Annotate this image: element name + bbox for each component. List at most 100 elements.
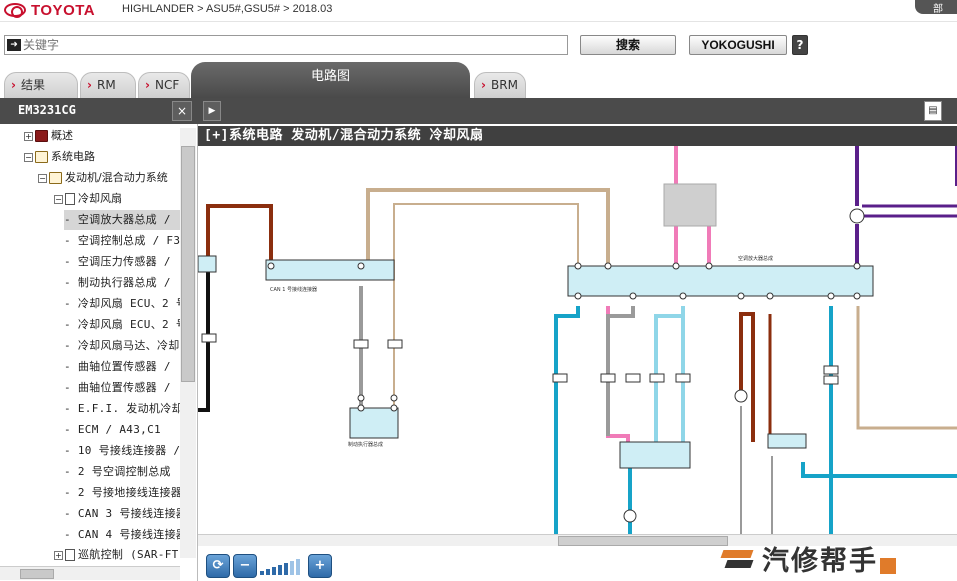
- connector-pins: [267, 208, 865, 523]
- connector-block[interactable]: [619, 441, 691, 469]
- refresh-icon[interactable]: ⟳: [206, 554, 230, 578]
- wire-tan: [393, 203, 579, 406]
- wire-cyan: [554, 306, 580, 534]
- tree-leaf[interactable]: - 冷却风扇马达、冷却: [64, 336, 180, 356]
- tree-leaf[interactable]: - 曲轴位置传感器 /: [64, 357, 171, 377]
- tab-label: NCF: [155, 78, 180, 92]
- tree-leaf[interactable]: - ECM / A43,C1: [64, 420, 161, 440]
- watermark-square-icon: [880, 557, 896, 574]
- tab-wiring-diagram[interactable]: 电路图: [191, 62, 470, 98]
- tree-leaf[interactable]: - E.F.I. 发动机冷却: [64, 399, 183, 419]
- printer-icon: ▤: [928, 105, 938, 116]
- top-header: TOYOTA HIGHLANDER > ASU5#,GSU5# > 2018.0…: [0, 0, 957, 22]
- zoom-level-bar[interactable]: [296, 559, 300, 575]
- wire-tan: [856, 306, 957, 430]
- tree-leaf[interactable]: - 空调放大器总成 /: [64, 210, 180, 230]
- relay-block[interactable]: [663, 183, 717, 227]
- wiring-diagram-panel[interactable]: [+]系统电路 发动机/混合动力系统 冷却风扇 CAN 1 号接线连接器 空调放…: [198, 124, 957, 534]
- breadcrumb: HIGHLANDER > ASU5#,GSU5# > 2018.03: [122, 3, 333, 15]
- arrow-right-icon: ➜: [7, 39, 21, 51]
- can-connector-label: CAN 1 号接线连接器: [270, 286, 317, 293]
- tab-rm[interactable]: › RM: [80, 72, 136, 98]
- tree-leaf[interactable]: - 空调压力传感器 /: [64, 252, 171, 272]
- tab-results[interactable]: › 结果: [4, 72, 78, 98]
- help-button[interactable]: ?: [792, 35, 808, 55]
- tree-vertical-scrollbar[interactable]: [180, 128, 196, 558]
- zoom-level-bar[interactable]: [284, 563, 288, 575]
- connector-block[interactable]: [349, 407, 399, 439]
- print-button[interactable]: ▤: [924, 101, 942, 121]
- connector-block[interactable]: [265, 259, 395, 281]
- search-input[interactable]: [23, 37, 563, 53]
- tree-node-label: 系统电路: [51, 150, 95, 163]
- watermark-logo-icon: [722, 546, 756, 572]
- tab-label: 结果: [21, 78, 46, 92]
- app-root: TOYOTA HIGHLANDER > ASU5#,GSU5# > 2018.0…: [0, 0, 957, 581]
- tree-leaf[interactable]: - 曲轴位置传感器 /: [64, 378, 171, 398]
- search-button[interactable]: 搜索: [580, 35, 676, 55]
- tree-node-engine-hybrid[interactable]: − 发动机/混合动力系统: [38, 168, 168, 188]
- connector-block[interactable]: [567, 265, 874, 297]
- collapse-icon[interactable]: −: [54, 194, 63, 204]
- scrollbar-thumb[interactable]: [181, 146, 195, 382]
- tab-label: BRM: [491, 78, 518, 92]
- tree-leaf[interactable]: - 冷却风扇 ECU、2 号: [64, 315, 187, 335]
- book-icon: [35, 130, 48, 142]
- tree-leaf[interactable]: - 制动执行器总成 /: [64, 273, 171, 293]
- tree-node-overview[interactable]: + 概述: [24, 126, 73, 146]
- wire-brown: [739, 312, 755, 442]
- scrollbar-thumb[interactable]: [20, 569, 54, 579]
- watermark-text: 汽修帮手: [762, 546, 878, 577]
- zoom-out-icon[interactable]: −: [233, 554, 257, 578]
- tree-node-label: 冷却风扇: [78, 192, 122, 205]
- toyota-emblem-icon: [4, 3, 26, 18]
- tree-leaf[interactable]: - CAN 4 号接线连接器: [64, 525, 187, 545]
- corner-tab[interactable]: 部: [915, 0, 957, 15]
- brand-name: TOYOTA: [31, 1, 96, 19]
- scrollbar-thumb[interactable]: [558, 536, 728, 546]
- tree-node-cooling-fan[interactable]: − 冷却风扇: [54, 189, 122, 209]
- connector-block[interactable]: [767, 433, 807, 449]
- navigation-tree: + 概述 − 系统电路 − 发动机/混合动力系统 − 冷却风扇 - 空调放大器总成 / …: [0, 124, 198, 581]
- tree-leaf[interactable]: - 10 号接线连接器 /: [64, 441, 180, 461]
- zoom-level-bar[interactable]: [260, 571, 264, 575]
- open-book-icon: [35, 151, 48, 163]
- tree-leaf[interactable]: - 2 号空调控制总成: [64, 462, 171, 482]
- zoom-level-bar[interactable]: [290, 561, 294, 575]
- tree-horizontal-scrollbar[interactable]: [0, 566, 180, 580]
- yokogushi-button[interactable]: YOKOGUSHI: [689, 35, 787, 55]
- tree-leaf[interactable]: - 空调控制总成 / F3: [64, 231, 180, 251]
- tree-node-cruise-control[interactable]: + 巡航控制 (SAR-FT: [54, 545, 179, 565]
- zoom-level-bar[interactable]: [278, 565, 282, 575]
- tree-leaf[interactable]: - CAN 3 号接线连接器: [64, 504, 187, 524]
- search-row: ➜ 搜索 YOKOGUSHI ?: [0, 34, 957, 56]
- expand-icon[interactable]: +: [54, 550, 63, 560]
- close-panel-button[interactable]: ×: [172, 101, 192, 121]
- amp-label: 空调放大器总成: [738, 255, 773, 262]
- tab-ncf[interactable]: › NCF: [138, 72, 190, 98]
- chevron-right-icon: ›: [481, 78, 486, 92]
- actuator-label: 制动执行器总成: [348, 441, 383, 448]
- zoom-level-bar[interactable]: [272, 567, 276, 575]
- tree-leaf[interactable]: - 冷却风扇 ECU、2 号: [64, 294, 187, 314]
- wiring-diagram-canvas[interactable]: CAN 1 号接线连接器 空调放大器总成 制动执行器总成: [198, 146, 957, 534]
- collapse-icon[interactable]: −: [24, 152, 33, 162]
- zoom-in-icon[interactable]: +: [308, 554, 332, 578]
- document-toolbar: EM3231CG × ▶ ▤: [0, 98, 957, 124]
- expand-arrow-button[interactable]: ▶: [203, 101, 221, 121]
- toyota-logo[interactable]: TOYOTA: [4, 1, 96, 19]
- chevron-right-icon: ›: [11, 78, 16, 92]
- expand-icon[interactable]: +: [24, 131, 33, 141]
- tree-node-label: 发动机/混合动力系统: [65, 171, 168, 184]
- wire-gray: [606, 306, 635, 436]
- tab-brm[interactable]: › BRM: [474, 72, 526, 98]
- zoom-level-bar[interactable]: [266, 569, 270, 575]
- connector-block[interactable]: [198, 255, 217, 273]
- document-icon: [65, 193, 75, 205]
- tree-node-system-circuit[interactable]: − 系统电路: [24, 147, 95, 167]
- tree-leaf[interactable]: - 2 号接地接线连接器: [64, 483, 182, 503]
- wire-tan: [366, 188, 610, 266]
- collapse-icon[interactable]: −: [38, 173, 47, 183]
- tab-bar: › 结果 › RM › NCF 电路图 › BRM: [0, 62, 957, 98]
- watermark: 汽修帮手: [722, 536, 957, 581]
